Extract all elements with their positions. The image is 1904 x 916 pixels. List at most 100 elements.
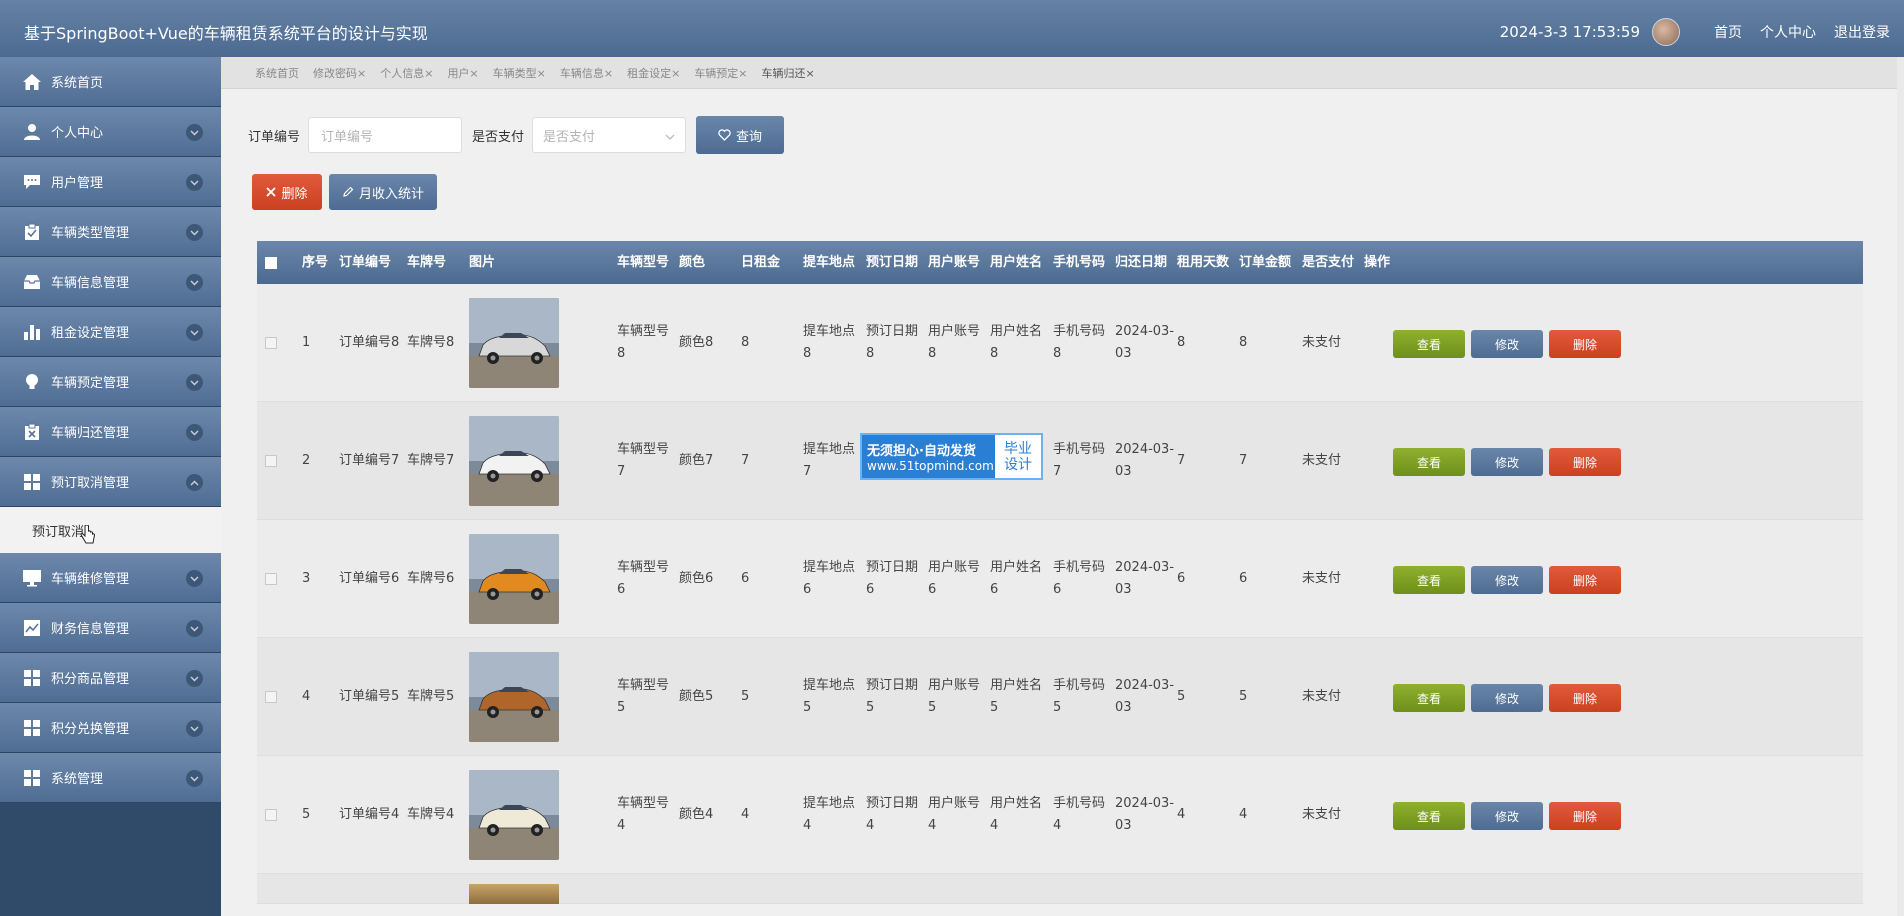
sidebar-item-7[interactable]: 车辆归还管理: [0, 407, 221, 457]
row-checkbox[interactable]: [265, 454, 277, 467]
car-image[interactable]: [469, 651, 559, 742]
view-button[interactable]: 查看: [1393, 566, 1465, 594]
delete-button[interactable]: 删除: [1549, 330, 1621, 358]
scrollbar[interactable]: [1897, 57, 1904, 916]
tab-8[interactable]: 车辆归还×: [762, 65, 815, 81]
chevron-down-icon[interactable]: [186, 124, 203, 141]
sidebar-item-0[interactable]: 系统首页: [0, 57, 221, 107]
chevron-up-icon[interactable]: [186, 474, 203, 491]
tab-7[interactable]: 车辆预定×: [694, 65, 747, 81]
sidebar-item-4[interactable]: 车辆信息管理: [0, 257, 221, 307]
table-row[interactable]: 3 订单编号6 车牌号6 车辆型号 6 颜色6 6 提车地点 6 预订日期 6 用户账号 6 用户姓名 6 手…: [257, 520, 1863, 638]
query-button[interactable]: 查询: [696, 116, 785, 154]
sidebar-item-3[interactable]: 车辆类型管理: [0, 207, 221, 257]
chevron-down-icon[interactable]: [186, 770, 203, 787]
column-header[interactable]: 预订日期: [866, 252, 918, 274]
tab-1[interactable]: 修改密码×: [313, 65, 366, 81]
car-image[interactable]: [469, 297, 559, 388]
edit-button[interactable]: 修改: [1471, 330, 1543, 358]
sidebar-subitem-cancel-booking[interactable]: 预订取消: [0, 507, 221, 553]
view-button[interactable]: 查看: [1393, 684, 1465, 712]
monthly-income-button[interactable]: 月收入统计: [329, 174, 437, 210]
select-all-checkbox[interactable]: [265, 256, 277, 269]
view-button[interactable]: 查看: [1393, 448, 1465, 476]
sidebar-item-10[interactable]: 财务信息管理: [0, 603, 221, 653]
tab-2[interactable]: 个人信息×: [380, 65, 433, 81]
chevron-down-icon[interactable]: [186, 274, 203, 291]
avatar[interactable]: [1652, 18, 1680, 46]
view-button[interactable]: 查看: [1393, 330, 1465, 358]
tab-3[interactable]: 用户×: [447, 65, 478, 81]
chevron-down-icon[interactable]: [186, 324, 203, 341]
order-search-input[interactable]: 订单编号: [308, 117, 463, 153]
sidebar-item-8[interactable]: 预订取消管理: [0, 457, 221, 507]
column-header[interactable]: 车辆型号: [617, 252, 669, 274]
column-header[interactable]: 手机号码: [1053, 252, 1105, 274]
batch-delete-button[interactable]: 删除: [252, 174, 322, 210]
car-image[interactable]: [469, 415, 559, 506]
sidebar-item-6[interactable]: 车辆预定管理: [0, 357, 221, 407]
column-header[interactable]: 提车地点: [803, 252, 855, 274]
column-header[interactable]: 日租金: [741, 252, 780, 274]
sidebar-item-12[interactable]: 积分兑换管理: [0, 703, 221, 753]
row-checkbox[interactable]: [265, 808, 277, 821]
row-checkbox[interactable]: [265, 690, 277, 703]
column-header[interactable]: 订单编号: [339, 252, 391, 274]
view-button[interactable]: 查看: [1393, 802, 1465, 830]
delete-button[interactable]: 删除: [1549, 566, 1621, 594]
table-row[interactable]: 1 订单编号8 车牌号8 车辆型号 8 颜色8 8 提车地点 8 预订日期 8 用户账号 8 用户姓名 8 手…: [257, 284, 1863, 402]
table-row[interactable]: 4 订单编号5 车牌号5 车辆型号 5 颜色5 5 提车地点 5 预订日期 5 用户账号 5 用户姓名 5 手…: [257, 638, 1863, 756]
table-row[interactable]: 2订单编号7车牌号7车辆型号7颜色77提车地点7预订日期7用户账号7用户姓名7手…: [257, 402, 1863, 520]
sidebar-item-1[interactable]: 个人中心: [0, 107, 221, 157]
chevron-down-icon[interactable]: [186, 224, 203, 241]
delete-button[interactable]: 删除: [1549, 802, 1621, 830]
column-header[interactable]: 用户账号: [928, 252, 980, 274]
sidebar-item-11[interactable]: 积分商品管理: [0, 653, 221, 703]
profile-link[interactable]: 个人中心: [1760, 22, 1816, 42]
chevron-down-icon[interactable]: [186, 174, 203, 191]
tab-0[interactable]: 系统首页: [255, 65, 299, 81]
column-header[interactable]: 颜色: [679, 252, 705, 274]
column-header[interactable]: 车牌号: [407, 252, 446, 274]
column-header[interactable]: 操作: [1364, 252, 1390, 274]
edit-button[interactable]: 修改: [1471, 448, 1543, 476]
sidebar-item-5[interactable]: 租金设定管理: [0, 307, 221, 357]
column-header[interactable]: 租用天数: [1177, 252, 1229, 274]
chevron-down-icon[interactable]: [186, 720, 203, 737]
column-header[interactable]: 是否支付: [1302, 252, 1354, 274]
sidebar-item-13[interactable]: 系统管理: [0, 753, 221, 803]
tab-5[interactable]: 车辆信息×: [560, 65, 613, 81]
table-row[interactable]: [257, 874, 1863, 904]
tab-6[interactable]: 租金设定×: [627, 65, 680, 81]
edit-button[interactable]: 修改: [1471, 566, 1543, 594]
chevron-down-icon[interactable]: [186, 570, 203, 587]
car-image[interactable]: [469, 533, 559, 624]
delete-button[interactable]: 删除: [1549, 448, 1621, 476]
chevron-down-icon[interactable]: [186, 424, 203, 441]
table-row[interactable]: 5 订单编号4 车牌号4 车辆型号 4 颜色4 4 提车地点 4 预订日期 4 用户账号 4 用户姓名 4 手…: [257, 756, 1863, 874]
edit-button[interactable]: 修改: [1471, 802, 1543, 830]
sidebar-item-9[interactable]: 车辆维修管理: [0, 553, 221, 603]
car-image[interactable]: [469, 769, 559, 860]
column-header[interactable]: 序号: [302, 252, 328, 274]
delete-button[interactable]: 删除: [1549, 684, 1621, 712]
chevron-down-icon[interactable]: [186, 374, 203, 391]
chevron-down-icon[interactable]: [186, 620, 203, 637]
logout-link[interactable]: 退出登录: [1834, 22, 1890, 42]
column-header[interactable]: 用户姓名: [990, 252, 1042, 274]
paid-select[interactable]: 是否支付: [532, 117, 687, 153]
tab-4[interactable]: 车辆类型×: [493, 65, 546, 81]
chevron-down-icon[interactable]: [186, 670, 203, 687]
car-image[interactable]: [469, 884, 559, 904]
column-header[interactable]: 订单金额: [1239, 252, 1291, 274]
column-header[interactable]: 归还日期: [1115, 252, 1167, 274]
cell-phone: 手机号码 4: [1053, 793, 1105, 837]
home-link[interactable]: 首页: [1714, 22, 1742, 42]
cell-paid: 未支付: [1302, 570, 1342, 586]
sidebar-item-2[interactable]: 用户管理: [0, 157, 221, 207]
row-checkbox[interactable]: [265, 572, 277, 585]
cell-username-line1: 用户姓名: [990, 795, 1043, 811]
row-checkbox[interactable]: [265, 336, 277, 349]
edit-button[interactable]: 修改: [1471, 684, 1543, 712]
column-header[interactable]: 图片: [469, 252, 495, 274]
